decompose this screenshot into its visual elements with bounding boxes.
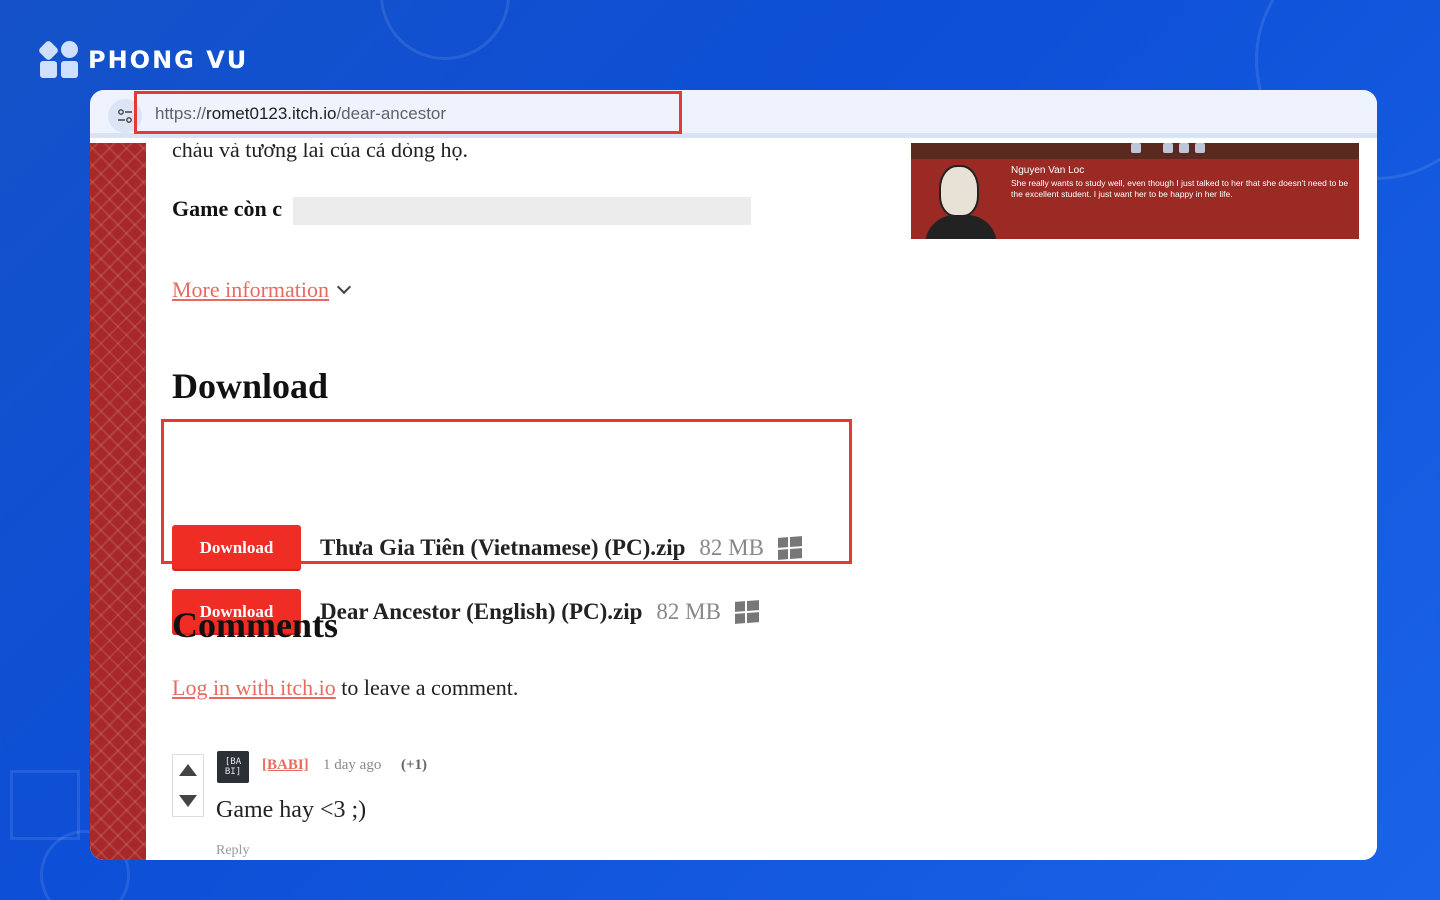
background-shape — [380, 0, 510, 60]
browser-window: https://romet0123.itch.io/dear-ancestor … — [90, 90, 1377, 860]
background-shape — [10, 770, 80, 840]
download-heading: Download — [172, 366, 329, 406]
download-button[interactable]: Download — [172, 525, 301, 571]
download-file-name: Thưa Gia Tiên (Vietnamese) (PC).zip — [320, 535, 686, 560]
more-information-link[interactable]: More information — [172, 277, 352, 303]
chevron-down-icon — [336, 279, 352, 295]
download-file-size: 82 MB — [699, 535, 764, 560]
screenshot-scene-strip — [911, 143, 1359, 159]
brand-logo: PHONG VU — [37, 39, 249, 80]
comment-username[interactable]: [BАBI] — [262, 757, 309, 774]
login-prompt: Log in with itch.io to leave a comment. — [172, 675, 518, 701]
downvote-icon[interactable] — [179, 794, 197, 807]
download-file-name: Dear Ancestor (English) (PC).zip — [320, 599, 643, 624]
comment-body: Game hay <3 ;) — [216, 797, 367, 823]
url-text: https://romet0123.itch.io/dear-ancestor — [155, 104, 447, 123]
comments-heading: Comments — [172, 605, 338, 645]
dialogue-text: She really wants to study well, even tho… — [1011, 178, 1349, 199]
comment-timestamp: 1 day ago — [323, 757, 382, 773]
url-field[interactable]: https://romet0123.itch.io/dear-ancestor — [134, 91, 682, 134]
reply-link[interactable]: Reply — [216, 843, 249, 859]
description-text: cháu và tương lai của cả dòng họ. — [172, 143, 469, 162]
brand-logo-text: PHONG VU — [88, 46, 249, 74]
decorative-pattern-strip — [90, 143, 146, 860]
address-bar: https://romet0123.itch.io/dear-ancestor — [90, 90, 1377, 138]
redacted-area — [293, 197, 751, 225]
windows-icon — [734, 600, 759, 624]
download-file-size: 82 MB — [656, 599, 721, 624]
brand-logo-icon — [37, 39, 80, 80]
upvote-icon[interactable] — [179, 764, 197, 777]
description-bold-text: Game còn c — [172, 196, 282, 221]
login-link[interactable]: Log in with itch.io — [172, 675, 336, 700]
comment-score: (+1) — [401, 757, 428, 773]
game-screenshot[interactable]: Nguyen Van Loc She really wants to study… — [911, 143, 1359, 239]
login-suffix: to leave a comment. — [335, 675, 519, 700]
windows-icon — [777, 536, 802, 560]
speaker-name: Nguyen Van Loc — [1011, 165, 1085, 176]
avatar[interactable]: [BA BI] — [217, 751, 249, 783]
vote-widget — [172, 754, 204, 817]
more-information-label: More information — [172, 277, 330, 302]
download-row: Download Thưa Gia Tiên (Vietnamese) (PC)… — [172, 525, 802, 571]
page-content: cháu và tương lai của cả dòng họ. Game c… — [90, 143, 1377, 860]
character-portrait — [925, 163, 997, 239]
